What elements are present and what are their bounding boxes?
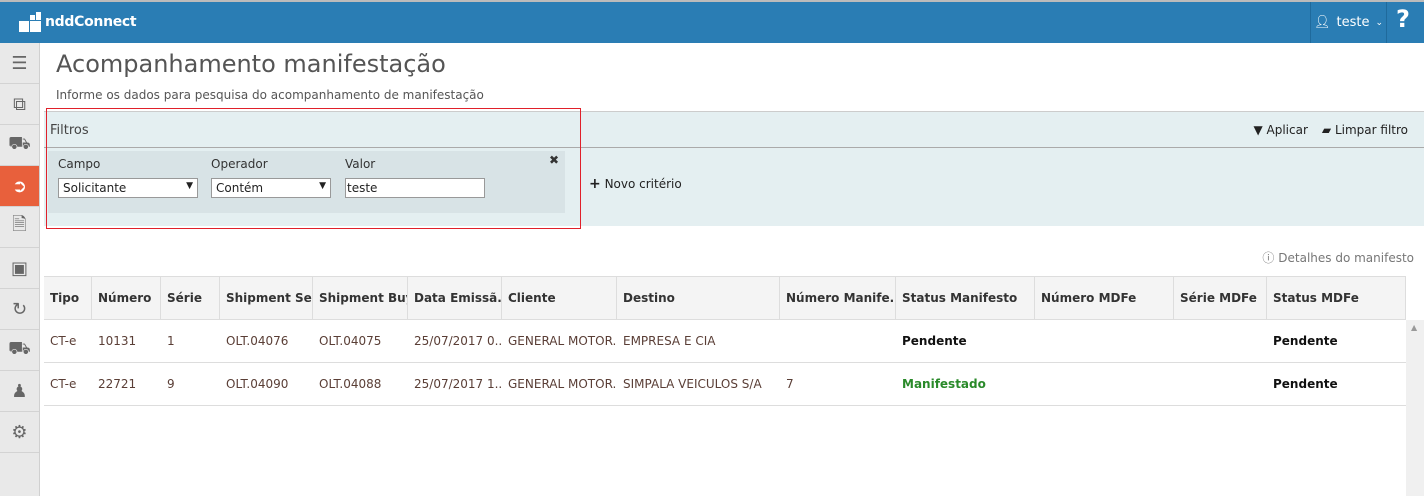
chevron-down-icon: ⌄ [1375,17,1384,28]
scrollbar[interactable]: ▲ [1406,320,1424,496]
table-cell: OLT.04088 [319,377,382,391]
table-cell: 22721 [98,377,137,391]
page-subtitle: Informe os dados para pesquisa do acompa… [56,88,484,102]
table-cell [1035,363,1174,405]
table-cell: GENERAL MOTOR... [508,334,617,348]
money-icon[interactable]: ▣ [0,248,39,289]
table-cell: Pendente [902,334,967,348]
manifest-details-link[interactable]: ⓘ Detalhes do manifesto [1262,249,1414,266]
table-cell: CT-e [50,334,77,348]
column-header[interactable]: Shipment Sell [220,277,313,319]
column-header[interactable]: Série [161,277,220,319]
truck-icon[interactable]: ⛟ [0,125,39,166]
table-cell [1035,320,1174,362]
user-icon: 👤︎ [1313,15,1331,30]
column-header[interactable]: Tipo [44,277,92,319]
documents-icon[interactable]: ⧉ [0,84,39,125]
export-icon[interactable]: ➲ [0,166,39,207]
table-cell: GENERAL MOTOR... [508,377,617,391]
users-icon[interactable]: ♟ [0,371,39,412]
new-criterion-button[interactable]: + Novo critério [589,176,682,192]
column-header[interactable]: Número [92,277,161,319]
table-row[interactable]: CT-e 10131 1 OLT.04076 OLT.04075 25/07/2017 0… [44,320,1406,363]
column-header[interactable]: Cliente [502,277,617,319]
help-button[interactable]: ? [1396,5,1410,33]
column-header[interactable]: Série MDFe [1174,277,1267,319]
table-cell: 10131 [98,334,137,348]
logo-icon [19,12,41,32]
table-cell: SIMPALA VEICULOS S/A [623,377,762,391]
delivery-truck-icon[interactable]: ⛟ [0,330,39,371]
logo[interactable]: nddConnect [19,12,137,32]
file-text-icon[interactable]: 🗎︎ [0,207,39,248]
user-name: teste [1336,15,1370,30]
column-header[interactable]: Status Manifesto [896,277,1035,319]
table-cell [1174,320,1267,362]
eraser-icon: ▰ [1321,123,1332,137]
table-cell: OLT.04075 [319,334,382,348]
table-cell: Pendente [1273,334,1338,348]
table-row[interactable]: CT-e 22721 9 OLT.04090 OLT.04088 25/07/2017 1… [44,363,1406,406]
table-cell [780,320,896,362]
page-title: Acompanhamento manifestação [56,50,446,78]
sidebar: ☰ ⧉ ⛟ ➲ 🗎︎ ▣ ↻ ⛟ ♟ ⚙ [0,43,40,496]
table-cell: 9 [167,377,175,391]
apply-label: Aplicar [1266,123,1308,137]
menu-icon[interactable]: ☰ [0,43,39,84]
table-cell: OLT.04090 [226,377,289,391]
clear-label: Limpar filtro [1334,123,1408,137]
top-bar: nddConnect 👤︎ teste ⌄ ? [0,2,1424,43]
scroll-up-icon[interactable]: ▲ [1411,323,1417,332]
table-cell: Pendente [1273,377,1338,391]
brand-name: nddConnect [45,14,137,30]
table-cell: 25/07/2017 1... [414,377,502,391]
column-header[interactable]: Número MDFe [1035,277,1174,319]
user-menu[interactable]: 👤︎ teste ⌄ [1310,2,1387,43]
filter-icon: ▼ [1253,123,1263,137]
results-table: Tipo Número Série Shipment Sell Shipment Buy… [44,276,1406,406]
column-header[interactable]: Número Manife... [780,277,896,319]
new-criterion-label: Novo critério [604,177,682,191]
table-cell: 25/07/2017 0... [414,334,502,348]
table-cell: OLT.04076 [226,334,289,348]
apply-button[interactable]: ▼ Aplicar [1253,123,1307,137]
column-header[interactable]: Status MDFe [1267,277,1406,319]
table-cell: EMPRESA E CIA [623,334,716,348]
table-cell [1174,363,1267,405]
table-header: Tipo Número Série Shipment Sell Shipment Buy… [44,276,1406,320]
column-header[interactable]: Shipment Buy [313,277,408,319]
column-header[interactable]: Destino [617,277,780,319]
clear-filter-button[interactable]: ▰ Limpar filtro [1322,123,1408,137]
info-icon: ⓘ [1262,251,1275,265]
plus-icon: + [589,176,601,192]
details-label: Detalhes do manifesto [1278,251,1414,265]
column-header[interactable]: Data Emissã... [408,277,502,319]
table-cell: 7 [786,377,794,391]
table-cell: CT-e [50,377,77,391]
gears-icon[interactable]: ⚙ [0,412,39,453]
table-cell: Manifestado [902,377,986,391]
table-cell: 1 [167,334,175,348]
money-cycle-icon[interactable]: ↻ [0,289,39,330]
highlight-box [46,108,581,229]
